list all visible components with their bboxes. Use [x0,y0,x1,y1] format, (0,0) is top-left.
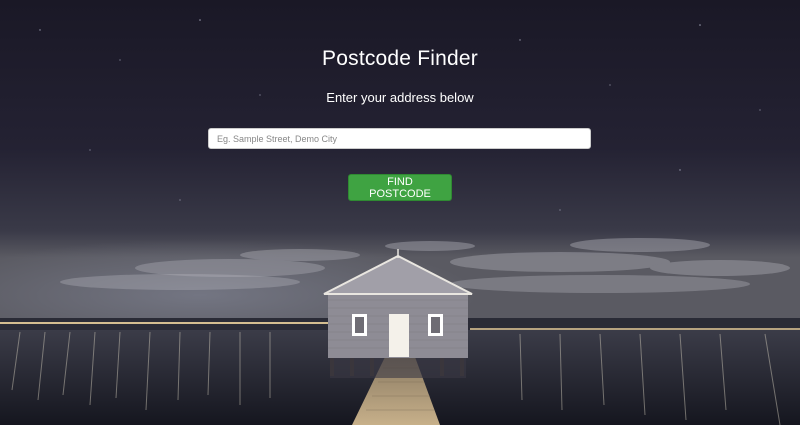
address-input[interactable] [208,128,591,149]
page-subtitle: Enter your address below [326,90,474,105]
find-postcode-button[interactable]: FIND POSTCODE [348,174,452,201]
page-title: Postcode Finder [322,47,478,70]
search-panel: Postcode Finder Enter your address below… [0,0,800,425]
